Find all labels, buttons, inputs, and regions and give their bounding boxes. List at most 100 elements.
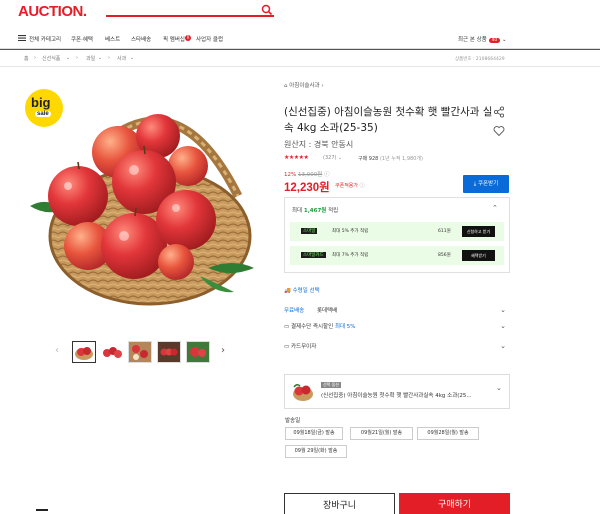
- coupon-note-label: 쿠폰적용가: [335, 183, 359, 189]
- review-count-value: (327): [323, 155, 337, 161]
- scroll-indicator: [36, 509, 48, 511]
- ship-date-option[interactable]: 09월18일(금) 발송: [285, 427, 343, 440]
- thumbnail[interactable]: [157, 341, 181, 363]
- chevron-right-icon: ›: [321, 83, 324, 89]
- coupon-download-button[interactable]: ⤓ 쿠폰받기: [463, 175, 509, 193]
- card-icon: ▭: [284, 344, 290, 350]
- product-title: (신선집중) 아침이슬농원 첫수확 햇 빨간사과 실속 4kg 소과(25-35…: [284, 106, 493, 134]
- nav-business-club[interactable]: 사업자 클럽: [196, 35, 223, 43]
- thumbnail[interactable]: [128, 341, 152, 363]
- breadcrumb-home[interactable]: 홈: [24, 55, 29, 62]
- smile-tag: 스마일: [301, 228, 318, 234]
- rating-stars[interactable]: ★★★★★: [284, 154, 309, 161]
- card-installment-row[interactable]: ▭ 카드무이자 ⌄: [284, 342, 510, 354]
- nav-membership-label: 픽 멤버십: [163, 37, 185, 43]
- chevron-down-icon: ⌄: [500, 322, 506, 330]
- info-icon[interactable]: ⓘ: [360, 183, 365, 189]
- chevron-down-icon: ⌄: [500, 342, 506, 350]
- product-main-image[interactable]: [28, 86, 256, 316]
- chevron-down-icon: ⌄: [338, 155, 343, 161]
- coupon-price-note: 쿠폰적용가 ⓘ: [335, 182, 365, 189]
- thumbnail[interactable]: [100, 341, 124, 363]
- home-icon: ⌂: [284, 83, 288, 89]
- coupon-button-label: 쿠폰받기: [477, 181, 499, 187]
- header-divider: [0, 49, 600, 50]
- heart-icon[interactable]: [493, 125, 505, 137]
- thumbnail[interactable]: [72, 341, 96, 363]
- card-installment-label: 카드무이자: [290, 344, 317, 350]
- breadcrumb-fresh[interactable]: 신선식품: [42, 55, 60, 62]
- nav-membership[interactable]: 픽 멤버십 R: [163, 35, 191, 43]
- truck-icon: 🚚: [284, 288, 291, 294]
- membership-badge: R: [185, 35, 191, 41]
- receive-date-select[interactable]: 🚚 수령일 선택: [284, 286, 320, 294]
- nav-all-category[interactable]: 전체 카테고리: [29, 35, 61, 43]
- add-to-cart-button[interactable]: 장바구니: [284, 493, 395, 514]
- point-row: 스마일카드 최대 7% 추가 적립 856원 혜택받기: [290, 246, 504, 265]
- payment-discount-row[interactable]: ▭ 결제수단 즉시할인 최대 5% ⌄: [284, 322, 510, 334]
- payment-discount-value: 최대 5%: [334, 324, 356, 330]
- receive-date-label: 수령일 선택: [292, 288, 320, 294]
- thumbnail-apple-image: [129, 342, 151, 362]
- menu-icon[interactable]: [18, 35, 26, 41]
- thumbnail-apple-image: [75, 347, 93, 360]
- selected-option-text: (신선집중) 아침이슬농원 첫수확 햇 빨간사과실속 4kg 소과(25...: [321, 393, 472, 399]
- selected-option-badge: 선택 옵션: [321, 382, 341, 388]
- thumbnail-apple-image: [187, 342, 209, 362]
- big-sale-text-big: big: [31, 95, 51, 110]
- recent-count-badge: 40: [488, 38, 501, 43]
- points-title[interactable]: 최대 1,467원 적립: [292, 206, 338, 214]
- shipping-row[interactable]: 무료배송 롯데택배 ⌄: [284, 306, 510, 318]
- thumbnail-apple-image: [103, 347, 122, 358]
- download-icon: ⤓: [473, 181, 477, 187]
- point-apply-button[interactable]: 신청하고 받기: [462, 226, 495, 237]
- buy-now-button[interactable]: 구매하기: [399, 493, 510, 514]
- shop-name: 아침이슬사과: [289, 83, 320, 89]
- point-row-amount: 856원: [438, 253, 451, 258]
- shipping-carrier: 롯데택배: [317, 308, 338, 314]
- ship-date-option[interactable]: 09월 29일(화) 발송: [285, 445, 347, 458]
- nav-best[interactable]: 베스트: [105, 35, 120, 43]
- breadcrumb-sep: ›: [108, 55, 110, 61]
- thumb-prev-icon[interactable]: ‹: [55, 345, 59, 356]
- payment-discount-label: 결제수단 즉시할인: [290, 324, 334, 330]
- auction-logo[interactable]: AUCTION.: [18, 3, 87, 20]
- breadcrumb-fruit[interactable]: 과일: [86, 55, 95, 62]
- original-price: 12% 13,900원 ⓘ: [284, 170, 330, 178]
- ship-date-option[interactable]: 09월21일(월) 발송: [350, 427, 413, 440]
- points-title-prefix: 최대: [292, 208, 303, 214]
- share-icon[interactable]: [493, 106, 505, 118]
- ship-date-label: 발송일: [285, 418, 301, 424]
- point-benefit-button[interactable]: 혜택받기: [462, 250, 495, 261]
- card-icon: ▭: [284, 324, 290, 330]
- breadcrumb-divider: [0, 66, 600, 67]
- search-input[interactable]: [106, 15, 274, 17]
- big-sale-text-sale: sale: [35, 111, 51, 117]
- ship-date-option[interactable]: 09월28일(월) 발송: [417, 427, 479, 440]
- chevron-up-icon[interactable]: ⌃: [492, 204, 498, 212]
- review-count[interactable]: (327) ⌄: [323, 155, 342, 161]
- thumbnail[interactable]: [186, 341, 210, 363]
- breadcrumb-apple[interactable]: 사과: [117, 55, 126, 62]
- free-shipping: 무료배송: [284, 308, 305, 314]
- thumbnail-apple-image: [158, 342, 180, 362]
- thumb-next-icon[interactable]: ›: [221, 345, 225, 356]
- breadcrumb-sep: ›: [76, 55, 78, 61]
- points-title-suffix: 적립: [328, 208, 339, 214]
- chevron-down-icon[interactable]: ⌄: [496, 384, 502, 392]
- search-icon[interactable]: [261, 4, 273, 16]
- big-sale-badge: big sale: [25, 89, 63, 127]
- nav-star-delivery[interactable]: 스타배송: [131, 35, 151, 43]
- points-amount: 1,467원: [303, 208, 327, 214]
- info-icon[interactable]: ⓘ: [324, 172, 330, 178]
- recent-viewed-label: 최근 본 상품: [458, 37, 487, 43]
- point-row-amount: 611원: [438, 229, 451, 234]
- point-row-text: 최대 5% 추가 적립: [332, 229, 369, 234]
- point-row: 스마일 최대 5% 추가 적립 611원 신청하고 받기: [290, 222, 504, 241]
- chevron-down-icon: ⌄: [66, 55, 71, 61]
- original-price-value: 13,900원: [297, 172, 323, 178]
- buy-count: 구매 928 (1년 누적 1,980개): [358, 155, 423, 162]
- recent-viewed[interactable]: 최근 본 상품 40 ⌄: [458, 35, 507, 43]
- shop-link[interactable]: ⌂ 아침이슬사과 ›: [284, 81, 324, 89]
- nav-coupon[interactable]: 쿠폰·혜택: [71, 35, 93, 43]
